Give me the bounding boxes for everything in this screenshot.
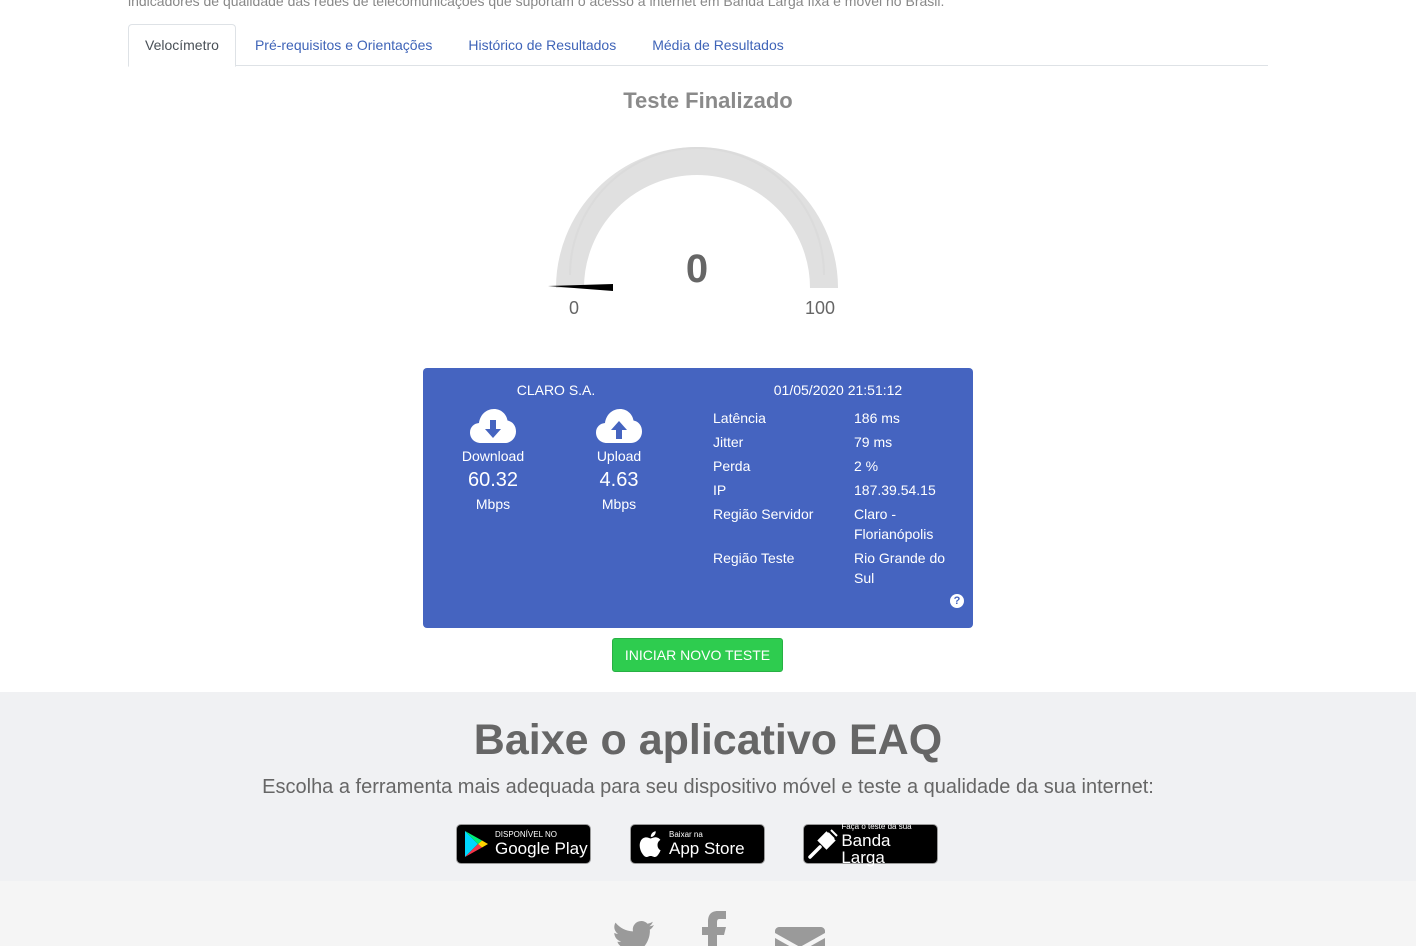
envelope-icon[interactable] bbox=[775, 927, 825, 946]
detail-row-perda: Perda 2 % bbox=[713, 456, 963, 476]
app-section-title: Baixe o aplicativo EAQ bbox=[473, 716, 943, 764]
detail-key: Jitter bbox=[713, 434, 744, 450]
status-title: Teste Finalizado bbox=[623, 88, 793, 113]
isp-name: CLARO S.A. bbox=[516, 382, 596, 398]
download-metric: Download 60.32 Mbps bbox=[438, 404, 548, 512]
upload-value: 4.63 bbox=[599, 469, 639, 491]
gauge-value: 0 bbox=[686, 247, 708, 291]
tab-velocimetro[interactable]: Velocímetro bbox=[128, 24, 236, 67]
result-card: CLARO S.A. 01/05/2020 21:51:12 Download … bbox=[423, 368, 973, 628]
detail-row-ip: IP 187.39.54.15 bbox=[713, 480, 963, 500]
detail-row-regiao-teste: Região Teste Rio Grande do Sul bbox=[713, 548, 963, 588]
store-big-text: Banda Larga bbox=[841, 830, 891, 867]
detail-key: Região Servidor bbox=[713, 506, 814, 522]
question-circle-icon[interactable]: ? bbox=[950, 594, 964, 608]
upload-unit: Mbps bbox=[601, 496, 637, 512]
store-small-text: Faça o teste da sua bbox=[841, 821, 912, 831]
detail-value: Rio Grande do Sul bbox=[854, 550, 946, 586]
gauge-max-label: 100 bbox=[805, 298, 835, 318]
store-big-text: App Store bbox=[669, 839, 745, 858]
upload-metric: Upload 4.63 Mbps bbox=[564, 404, 674, 512]
tab-historico[interactable]: Histórico de Resultados bbox=[451, 24, 633, 66]
detail-row-latencia: Latência 186 ms bbox=[713, 408, 963, 428]
detail-key: Perda bbox=[713, 458, 751, 474]
tab-media[interactable]: Média de Resultados bbox=[635, 24, 801, 66]
download-unit: Mbps bbox=[475, 496, 511, 512]
intro-text: indicadores de qualidade das redes de te… bbox=[128, 0, 945, 9]
upload-label: Upload bbox=[596, 448, 642, 464]
store-small-text: Baixar na bbox=[669, 830, 703, 839]
app-download-section: Baixe o aplicativo EAQ Escolha a ferrame… bbox=[0, 692, 1416, 881]
cloud-upload-icon bbox=[564, 404, 674, 444]
gauge-min-label: 0 bbox=[569, 298, 579, 318]
detail-value: 187.39.54.15 bbox=[854, 482, 936, 498]
detail-row-jitter: Jitter 79 ms bbox=[713, 432, 963, 452]
tab-bar: Velocímetro Pré-requisitos e Orientações… bbox=[128, 24, 1268, 67]
detail-value: 2 % bbox=[854, 458, 879, 474]
app-store-badge[interactable]: Baixar na App Store bbox=[630, 824, 765, 864]
detail-row-regiao-servidor: Região Servidor Claro - Florianópolis bbox=[713, 504, 963, 544]
detail-value: 79 ms bbox=[854, 434, 893, 450]
store-big-text: Google Play bbox=[495, 839, 588, 858]
footer bbox=[0, 881, 1416, 946]
google-play-badge[interactable]: DISPONÍVEL NO Google Play bbox=[456, 824, 591, 864]
details-table: Latência 186 ms Jitter 79 ms Perda 2 % I… bbox=[713, 408, 963, 592]
twitter-icon[interactable] bbox=[612, 917, 656, 946]
download-value: 60.32 bbox=[467, 469, 519, 491]
cloud-download-icon bbox=[438, 404, 548, 444]
app-section-subtitle: Escolha a ferramenta mais adequada para … bbox=[262, 776, 1154, 798]
ethernet-plug-icon bbox=[804, 829, 841, 859]
speed-gauge: 0 0 100 bbox=[540, 140, 860, 330]
detail-key: IP bbox=[713, 482, 727, 498]
facebook-icon[interactable] bbox=[700, 911, 730, 946]
detail-key: Latência bbox=[713, 410, 766, 426]
detail-value: Claro - Florianópolis bbox=[854, 506, 934, 542]
new-test-button[interactable]: INICIAR NOVO TESTE bbox=[612, 638, 783, 672]
banda-larga-badge[interactable]: Faça o teste da sua Banda Larga bbox=[803, 821, 938, 867]
apple-icon bbox=[631, 830, 669, 858]
google-play-icon bbox=[457, 830, 495, 858]
test-datetime: 01/05/2020 21:51:12 bbox=[773, 382, 903, 398]
store-small-text: DISPONÍVEL NO bbox=[495, 830, 557, 839]
detail-value: 186 ms bbox=[854, 410, 900, 426]
detail-key: Região Teste bbox=[713, 550, 795, 566]
tab-prerequisitos[interactable]: Pré-requisitos e Orientações bbox=[238, 24, 449, 66]
download-label: Download bbox=[461, 448, 525, 464]
